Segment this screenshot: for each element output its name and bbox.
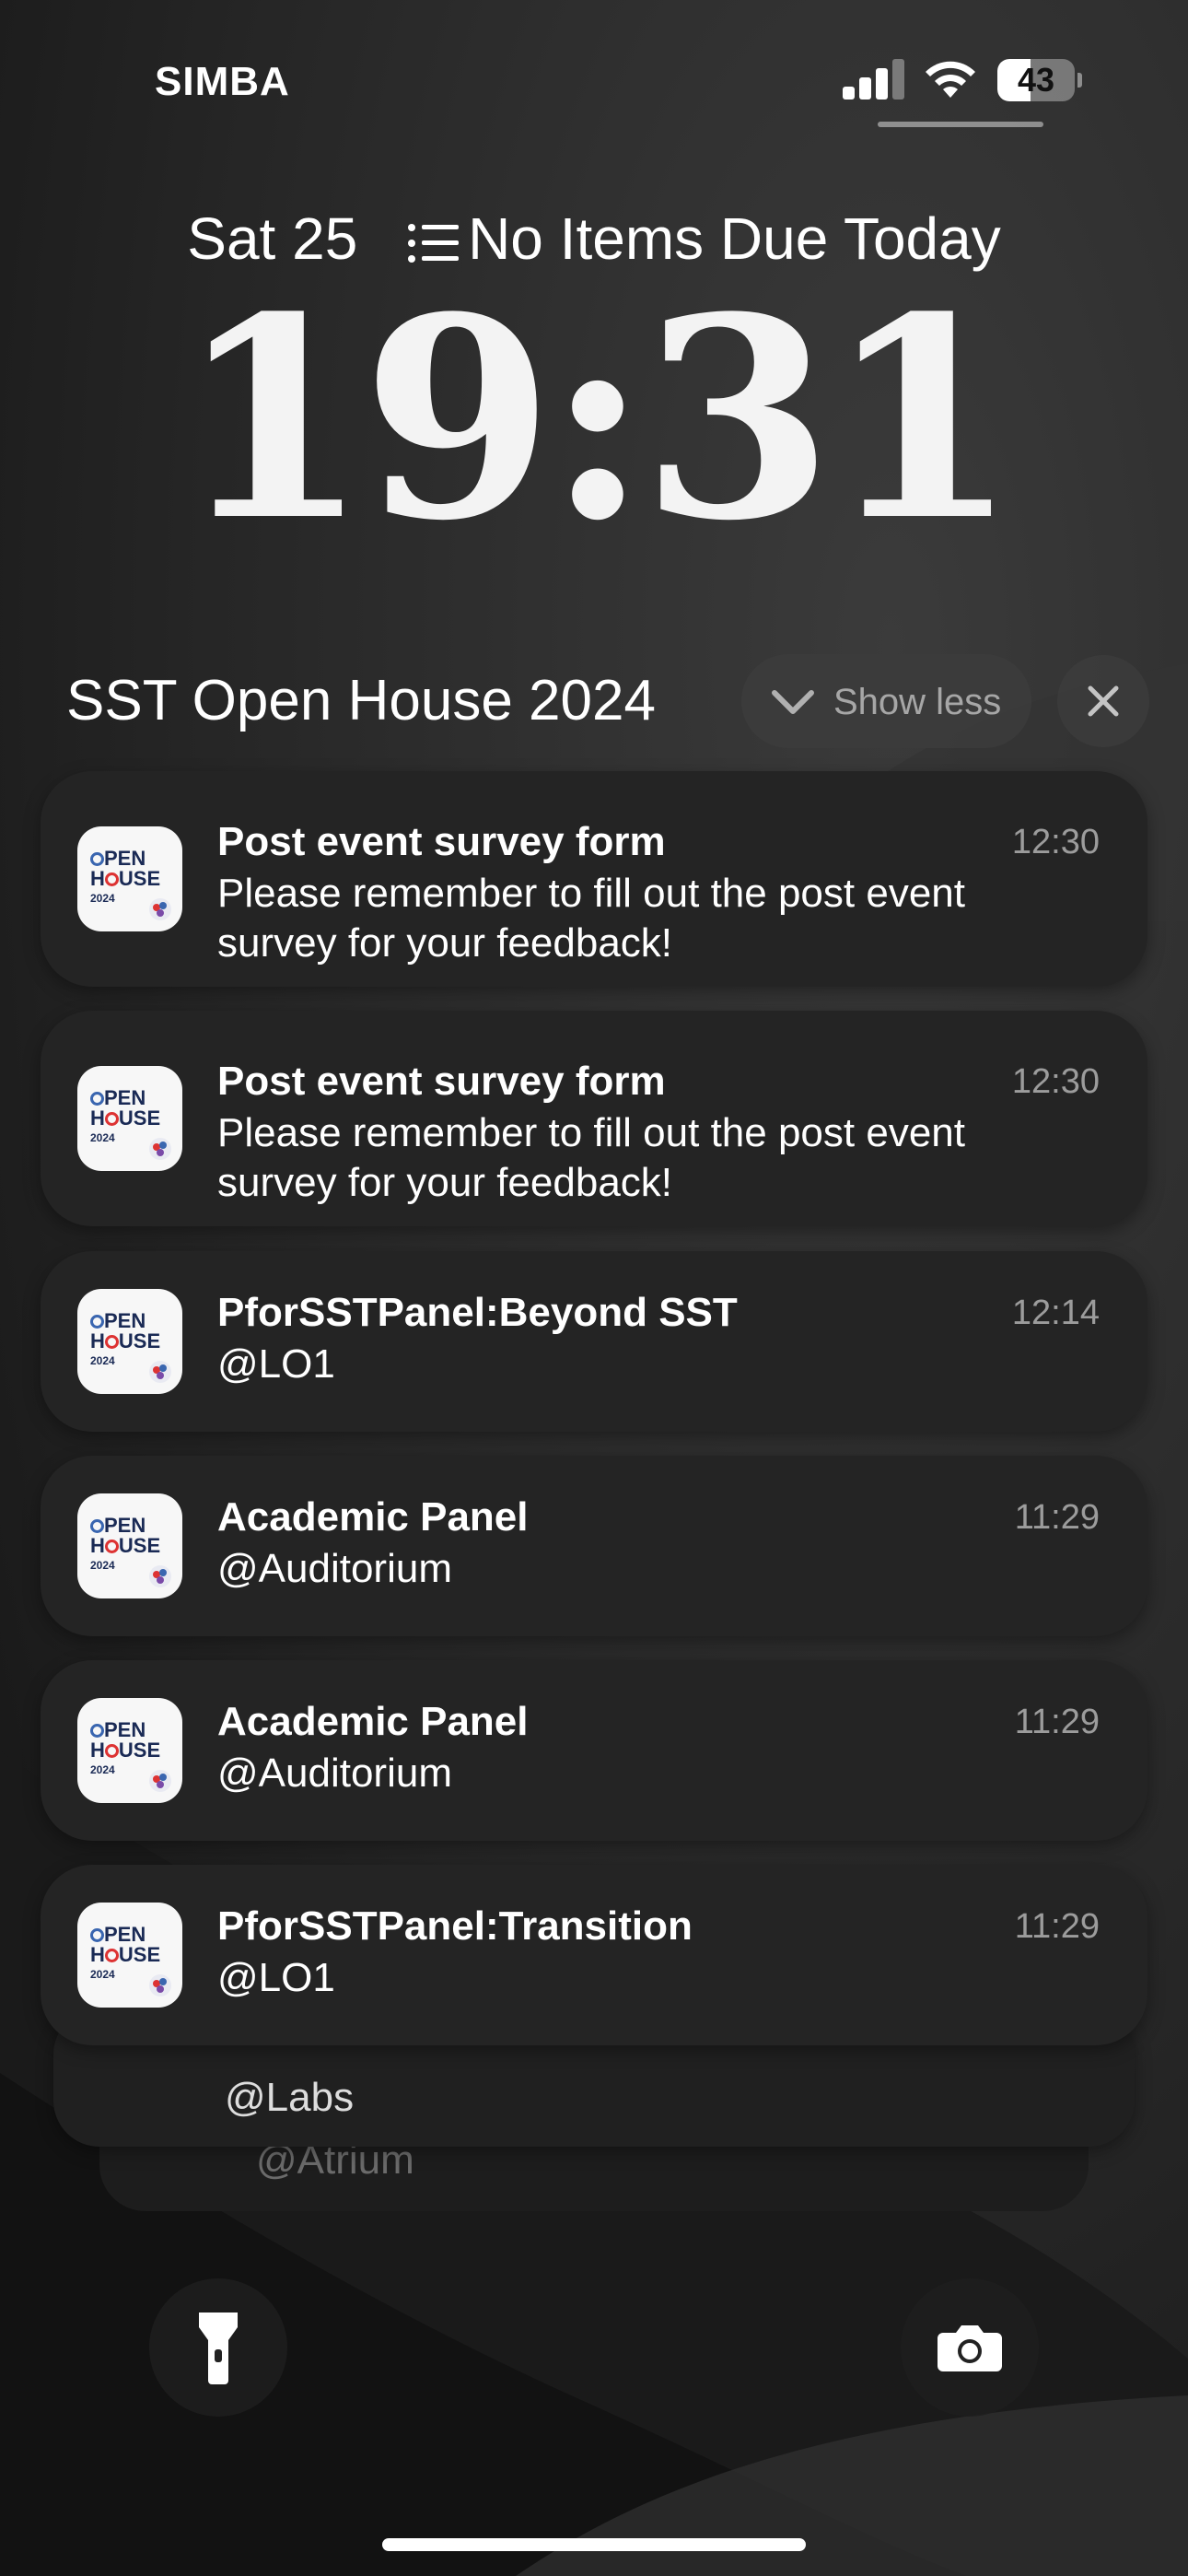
notification-body: @Auditorium — [217, 1751, 452, 1796]
show-less-button[interactable]: Show less — [741, 654, 1031, 748]
open-house-app-icon: PEN H USE 2024 — [77, 1493, 182, 1598]
notification-title: Post event survey form — [217, 819, 666, 864]
status-indicator-line — [878, 122, 1043, 127]
signal-icon — [843, 59, 904, 100]
notification-time: 12:14 — [1011, 1294, 1100, 1332]
open-house-app-icon: PEN H USE 2024 — [77, 1698, 182, 1803]
notification-title: PforSSTPanel:Transition — [217, 1903, 693, 1949]
open-house-app-icon: PEN H USE 2024 — [77, 1066, 182, 1171]
notification-body: @LO1 — [217, 1955, 335, 2000]
notification-body: @LO1 — [217, 1341, 335, 1387]
close-icon — [1088, 685, 1119, 717]
camera-button[interactable] — [901, 2278, 1039, 2417]
battery-indicator: 43 — [997, 59, 1082, 101]
notification-group-title: SST Open House 2024 — [66, 669, 656, 732]
battery-level: 43 — [1017, 61, 1055, 99]
stacked-notification-body: @Labs — [225, 2075, 355, 2120]
notification-title: Academic Panel — [217, 1494, 529, 1540]
home-indicator[interactable] — [382, 2538, 806, 2551]
notification-body: Please remember to fill out the post eve… — [217, 1110, 965, 1205]
notification-time: 12:30 — [1011, 823, 1100, 861]
open-house-app-icon: PEN H USE 2024 — [77, 1289, 182, 1394]
flashlight-icon — [199, 2313, 238, 2384]
notification-card[interactable]: PEN H USE 2024 Academic Panel @Auditorium… — [41, 1456, 1147, 1636]
notification-card[interactable]: PEN H USE 2024 Post event survey form Ple… — [41, 1011, 1147, 1226]
camera-icon — [938, 2325, 1002, 2371]
open-house-app-icon: PEN H USE 2024 — [77, 1903, 182, 2008]
clear-group-button[interactable] — [1057, 655, 1149, 747]
flashlight-button[interactable] — [149, 2278, 287, 2417]
notification-card[interactable]: PEN H USE 2024 Post event survey form Ple… — [41, 771, 1147, 987]
notification-time: 11:29 — [1014, 1907, 1100, 1946]
notification-card[interactable]: PEN H USE 2024 PforSSTPanel:Beyond SST @L… — [41, 1251, 1147, 1432]
lock-screen-clock[interactable]: 19:31 — [0, 281, 1188, 557]
notification-body: @Auditorium — [217, 1546, 452, 1591]
notification-time: 11:29 — [1014, 1498, 1100, 1537]
notification-time: 12:30 — [1011, 1062, 1100, 1101]
notification-title: Post event survey form — [217, 1059, 666, 1104]
carrier-name: SIMBA — [155, 59, 290, 104]
open-house-app-icon: PEN H USE 2024 — [77, 826, 182, 931]
notification-body: Please remember to fill out the post eve… — [217, 871, 965, 966]
show-less-label: Show less — [833, 682, 1002, 722]
notification-title: Academic Panel — [217, 1699, 529, 1744]
notification-title: PforSSTPanel:Beyond SST — [217, 1290, 738, 1335]
wifi-icon — [926, 61, 975, 98]
notification-time: 11:29 — [1014, 1703, 1100, 1741]
notification-card[interactable]: PEN H USE 2024 PforSSTPanel:Transition @L… — [41, 1865, 1147, 2045]
chevron-down-icon — [772, 690, 814, 714]
notification-card[interactable]: PEN H USE 2024 Academic Panel @Auditorium… — [41, 1660, 1147, 1841]
